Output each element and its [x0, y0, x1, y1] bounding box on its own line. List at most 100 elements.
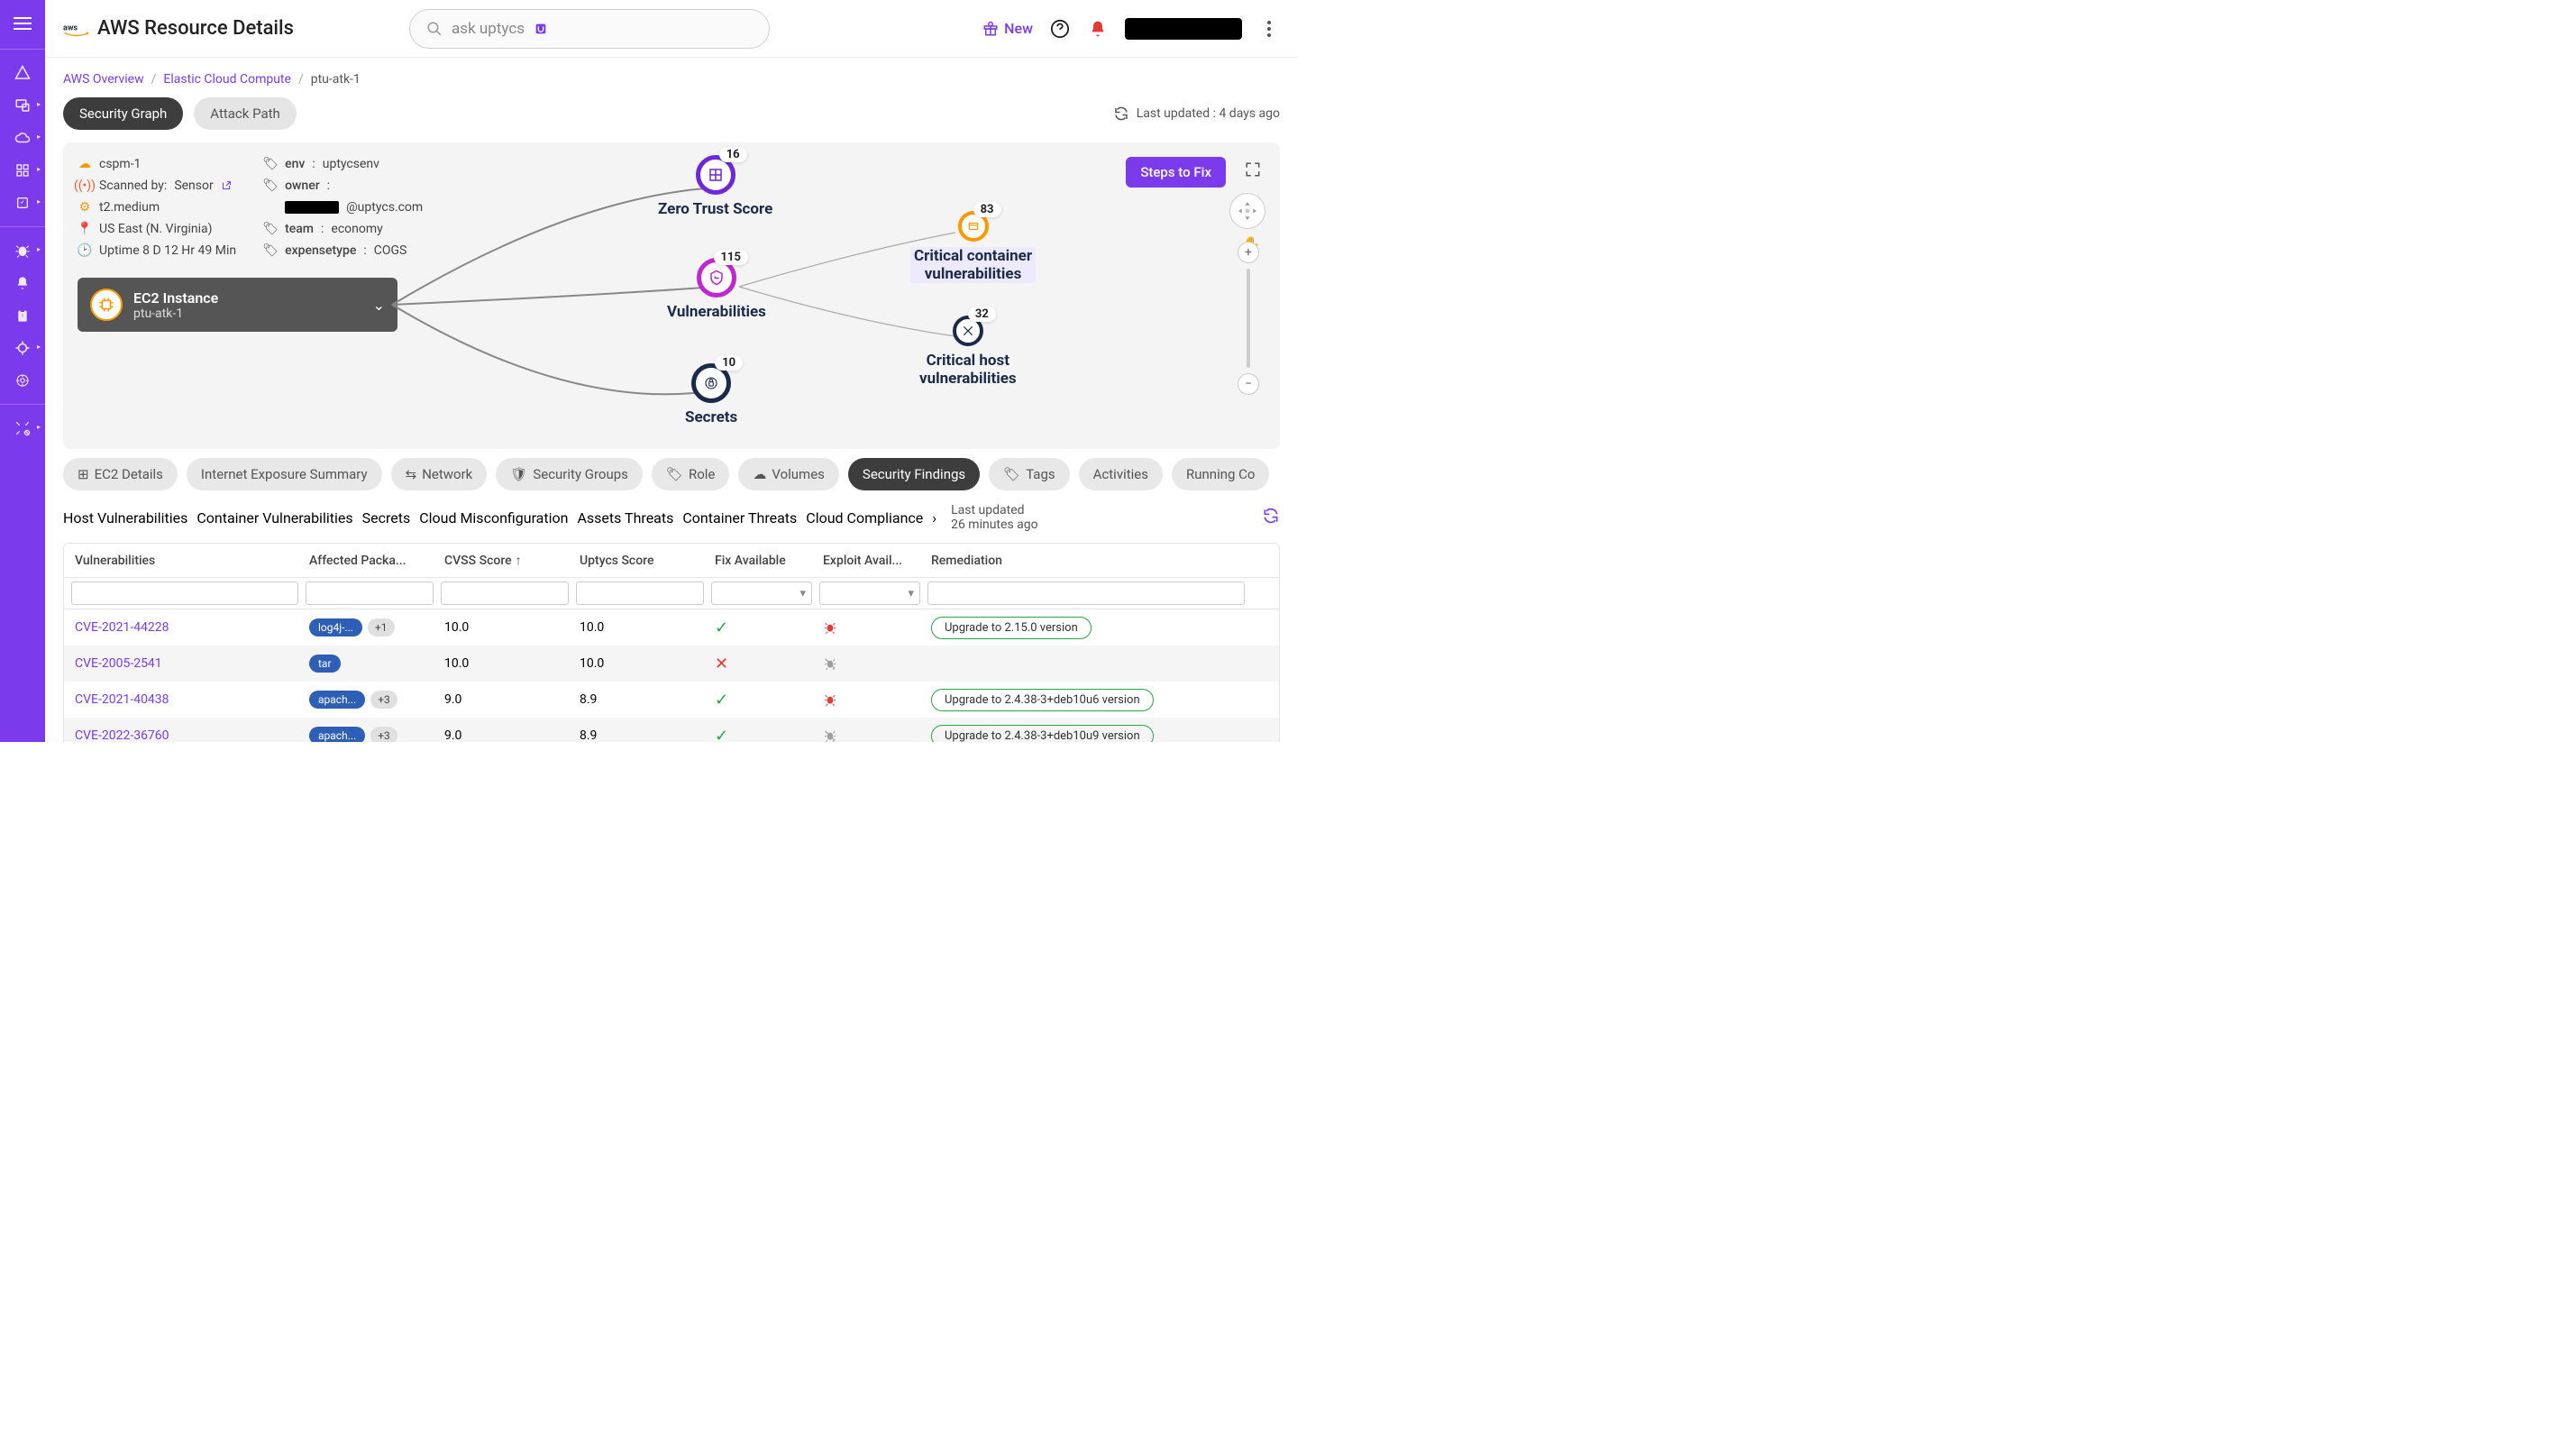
help-icon[interactable] — [1049, 18, 1071, 40]
vulnerability-table: Vulnerabilities Affected Packa... CVSS S… — [63, 543, 1280, 742]
subtab-secrets[interactable]: Secrets — [362, 509, 411, 527]
zoom-out-button[interactable]: − — [1238, 373, 1259, 395]
subtab-cloud-misconfiguration[interactable]: Cloud Misconfiguration — [419, 509, 568, 527]
sync-icon — [1113, 105, 1129, 122]
tab-security-findings[interactable]: Security Findings — [848, 458, 980, 490]
th-cvss[interactable]: CVSS Score ↑ — [437, 553, 572, 568]
tab-role[interactable]: 🏷Role — [652, 458, 729, 490]
breadcrumb: AWS Overview / Elastic Cloud Compute / p… — [63, 72, 1280, 87]
vulnerabilities-node[interactable]: 115 Vulnerabilities — [667, 258, 766, 321]
subtab-host-vulnerabilities[interactable]: Host Vulnerabilities — [63, 509, 187, 527]
tab-security-groups[interactable]: 🛡Security Groups — [496, 458, 643, 490]
uptycs-score: 10.0 — [572, 656, 708, 671]
sidebar-item-brain[interactable] — [6, 366, 39, 395]
external-link-icon[interactable] — [221, 180, 232, 191]
more-icon[interactable] — [1258, 18, 1280, 40]
sidebar-item-clipboard[interactable]: ! — [6, 301, 39, 330]
more-packages-chip[interactable]: +1 — [368, 618, 395, 636]
breadcrumb-mid[interactable]: Elastic Cloud Compute — [163, 72, 291, 87]
cve-link[interactable]: CVE-2022-36760 — [75, 728, 169, 742]
uptycs-score: 10.0 — [572, 620, 708, 635]
scroll-right-icon[interactable]: › — [1278, 461, 1280, 488]
page-title: AWS Resource Details — [97, 17, 294, 40]
th-remediation[interactable]: Remediation — [924, 554, 1248, 568]
fullscreen-icon[interactable] — [1240, 157, 1265, 182]
scroll-right-icon[interactable]: › — [932, 509, 936, 527]
zoom-control[interactable]: + − — [1235, 242, 1262, 395]
detail-tabs: ⊞EC2 Details Internet Exposure Summary ⇆Ne… — [63, 449, 1280, 499]
th-packages[interactable]: Affected Packa... — [302, 554, 437, 568]
tab-internet-exposure-summary[interactable]: Internet Exposure Summary — [187, 458, 382, 490]
new-button[interactable]: New — [982, 20, 1033, 37]
sidebar-item-policy[interactable]: ▸ — [6, 188, 39, 217]
ec2-instance-card[interactable]: EC2 Instanceptu-atk-1 ⌄ — [78, 278, 397, 332]
tab-attack-path[interactable]: Attack Path — [194, 97, 297, 130]
menu-toggle-icon[interactable] — [6, 7, 39, 40]
sidebar-item-home[interactable] — [6, 59, 39, 87]
sidebar-item-devices[interactable]: ▸ — [6, 91, 39, 120]
uptycs-score: 8.9 — [572, 728, 708, 742]
remediation-pill[interactable]: Upgrade to 2.4.38-3+deb10u6 version — [931, 689, 1154, 711]
pan-control[interactable] — [1229, 193, 1265, 229]
more-packages-chip[interactable]: +3 — [370, 727, 397, 742]
remediation-pill[interactable]: Upgrade to 2.15.0 version — [931, 617, 1092, 639]
th-exploit[interactable]: Exploit Avail... — [816, 554, 924, 568]
tab-security-graph[interactable]: Security Graph — [63, 97, 183, 130]
search-input[interactable]: ask uptycs — [409, 9, 770, 49]
tab-activities[interactable]: Activities — [1079, 458, 1163, 490]
fix-available: ✓ — [708, 618, 816, 637]
package-chip[interactable]: tar — [309, 655, 341, 673]
tab-running-co[interactable]: Running Co — [1172, 458, 1269, 490]
fix-available: ✕ — [708, 655, 816, 673]
secrets-node[interactable]: 10 Secrets — [685, 363, 737, 426]
ec2-icon — [90, 288, 123, 321]
resource-tags: 🏷env: uptycsenv 🏷owner: @uptycs.com 🏷tea… — [263, 157, 423, 258]
th-vulnerabilities[interactable]: Vulnerabilities — [68, 554, 302, 568]
user-email[interactable] — [1125, 18, 1242, 40]
package-chip[interactable]: log4j-... — [309, 618, 362, 636]
breadcrumb-root[interactable]: AWS Overview — [63, 72, 144, 87]
critical-container-node[interactable]: 83 Critical containervulnerabilities — [910, 211, 1036, 283]
cve-link[interactable]: CVE-2021-40438 — [75, 692, 169, 707]
sidebar-item-bug[interactable]: ▸ — [6, 236, 39, 265]
cvss-score: 10.0 — [437, 620, 572, 635]
zero-trust-node[interactable]: 16 Zero Trust Score — [658, 155, 772, 218]
subtab-cloud-compliance[interactable]: Cloud Compliance — [806, 509, 923, 527]
svg-text:!: ! — [22, 313, 23, 320]
filter-cvss[interactable] — [441, 581, 569, 605]
sidebar-item-settings[interactable]: ▸ — [6, 414, 39, 443]
filter-remed[interactable] — [927, 581, 1245, 605]
cloud-icon: ☁ — [78, 157, 92, 171]
notification-bell-icon[interactable] — [1087, 18, 1109, 40]
subtab-container-vulnerabilities[interactable]: Container Vulnerabilities — [196, 509, 352, 527]
th-fix[interactable]: Fix Available — [708, 554, 816, 568]
cve-link[interactable]: CVE-2021-44228 — [75, 620, 169, 635]
remediation-pill[interactable]: Upgrade to 2.4.38-3+deb10u9 version — [931, 725, 1154, 743]
tab-network[interactable]: ⇆Network — [391, 458, 488, 490]
sidebar-item-target[interactable]: ▸ — [6, 334, 39, 362]
filter-fix-select[interactable]: ▾ — [711, 581, 812, 605]
last-updated: Last updated : 4 days ago — [1113, 105, 1280, 122]
steps-to-fix-button[interactable]: Steps to Fix — [1126, 157, 1226, 188]
tab-volumes[interactable]: ☁Volumes — [738, 458, 839, 490]
subtab-assets-threats[interactable]: Assets Threats — [577, 509, 673, 527]
tab-tags[interactable]: 🏷Tags — [989, 458, 1070, 490]
filter-vuln[interactable] — [71, 581, 298, 605]
more-packages-chip[interactable]: +3 — [370, 691, 397, 709]
sidebar-item-cloud[interactable]: ▸ — [6, 124, 39, 152]
cve-link[interactable]: CVE-2005-2541 — [75, 656, 162, 671]
sidebar-item-apps[interactable]: ▸ — [6, 156, 39, 185]
filter-uscore[interactable] — [576, 581, 704, 605]
filter-pkg[interactable] — [306, 581, 434, 605]
package-chip[interactable]: apach... — [309, 727, 365, 742]
subtab-container-threats[interactable]: Container Threats — [682, 509, 797, 527]
th-uptycs-score[interactable]: Uptycs Score — [572, 554, 708, 568]
tab-ec-details[interactable]: ⊞EC2 Details — [63, 458, 178, 490]
sidebar-item-bell[interactable] — [6, 269, 39, 298]
package-chip[interactable]: apach... — [309, 691, 365, 709]
filter-exploit-select[interactable]: ▾ — [819, 581, 920, 605]
critical-host-node[interactable]: 32 Critical hostvulnerabilities — [919, 316, 1017, 388]
zoom-in-button[interactable]: + — [1238, 242, 1259, 263]
refresh-icon[interactable] — [1262, 507, 1280, 528]
sort-asc-icon: ↑ — [516, 553, 522, 568]
